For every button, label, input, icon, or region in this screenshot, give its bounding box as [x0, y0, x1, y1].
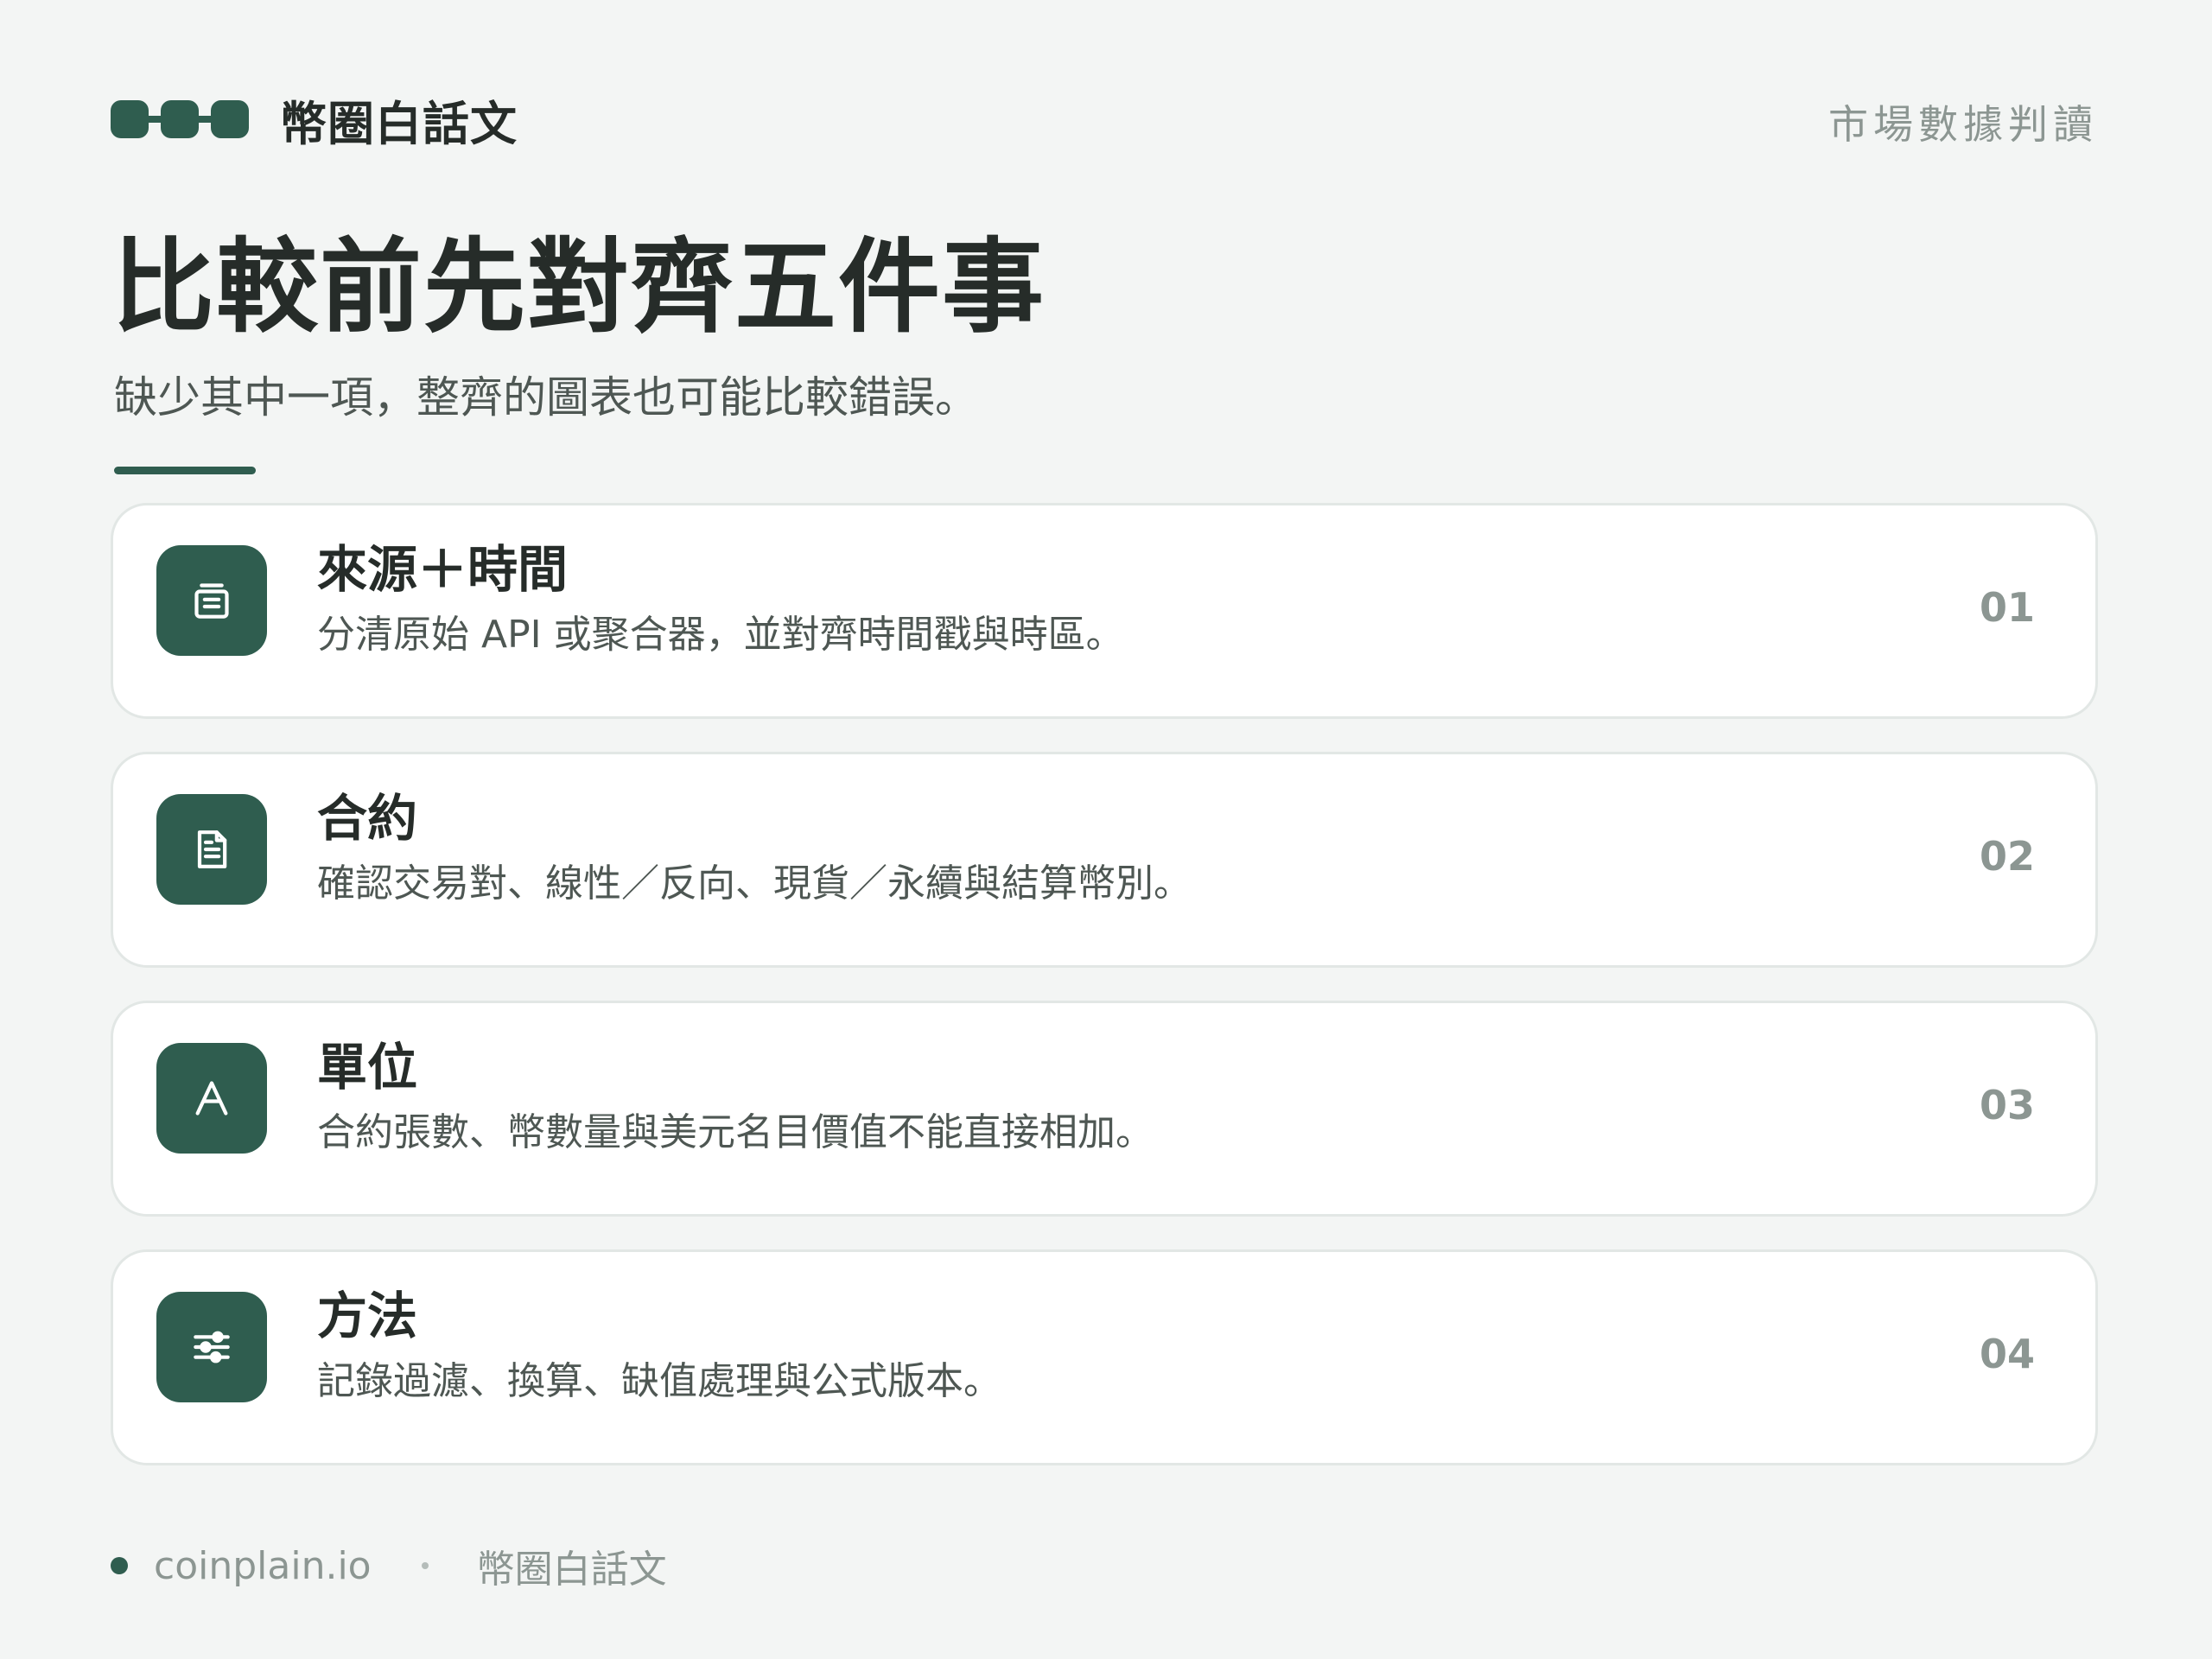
- card-title: 合約: [317, 789, 418, 848]
- brand-logo-icon: [111, 100, 249, 138]
- page-subtitle: 缺少其中一項，整齊的圖表也可能比較錯誤。: [114, 372, 978, 423]
- page: 幣圈白話文 市場數據判讀 比較前先對齊五件事 缺少其中一項，整齊的圖表也可能比較…: [0, 0, 2212, 1659]
- page-title: 比較前先對齊五件事: [112, 227, 1046, 346]
- letter-a-icon: [156, 1043, 267, 1154]
- brand-name: 幣圈白話文: [280, 96, 518, 151]
- footer-dot-icon: [111, 1557, 128, 1574]
- card-number: 01: [1979, 584, 2035, 631]
- document-icon: [156, 794, 267, 905]
- footer-brand: 幣圈白話文: [476, 1548, 667, 1592]
- sliders-icon: [156, 1292, 267, 1402]
- checklist-card-method: 方法 記錄過濾、換算、缺值處理與公式版本。 04: [111, 1249, 2098, 1465]
- card-description: 合約張數、幣數量與美元名目價值不能直接相加。: [317, 1110, 1154, 1154]
- card-number: 04: [1979, 1331, 2035, 1377]
- card-title: 來源＋時間: [317, 540, 569, 599]
- card-description: 確認交易對、線性／反向、現貨／永續與結算幣別。: [317, 861, 1192, 906]
- card-description: 記錄過濾、換算、缺值處理與公式版本。: [317, 1359, 1001, 1403]
- header-category-tag: 市場數據判讀: [1828, 101, 2098, 148]
- brand: 幣圈白話文: [111, 83, 518, 156]
- checklist-card-units: 單位 合約張數、幣數量與美元名目價值不能直接相加。 03: [111, 1001, 2098, 1217]
- footer-separator: [421, 1562, 429, 1569]
- card-title: 方法: [317, 1287, 418, 1345]
- checklist-card-source-time: 來源＋時間 分清原始 API 或聚合器，並對齊時間戳與時區。 01: [111, 503, 2098, 719]
- footer-site: coinplain.io: [154, 1543, 372, 1588]
- card-number: 03: [1979, 1082, 2035, 1128]
- archive-icon: [156, 545, 267, 656]
- checklist-card-contract: 合約 確認交易對、線性／反向、現貨／永續與結算幣別。 02: [111, 752, 2098, 968]
- card-number: 02: [1979, 833, 2035, 880]
- card-description: 分清原始 API 或聚合器，並對齊時間戳與時區。: [317, 613, 1124, 657]
- card-title: 單位: [317, 1038, 418, 1096]
- title-underline: [114, 467, 256, 474]
- footer: coinplain.io 幣圈白話文: [111, 1540, 667, 1592]
- header: 幣圈白話文 市場數據判讀: [111, 83, 2098, 156]
